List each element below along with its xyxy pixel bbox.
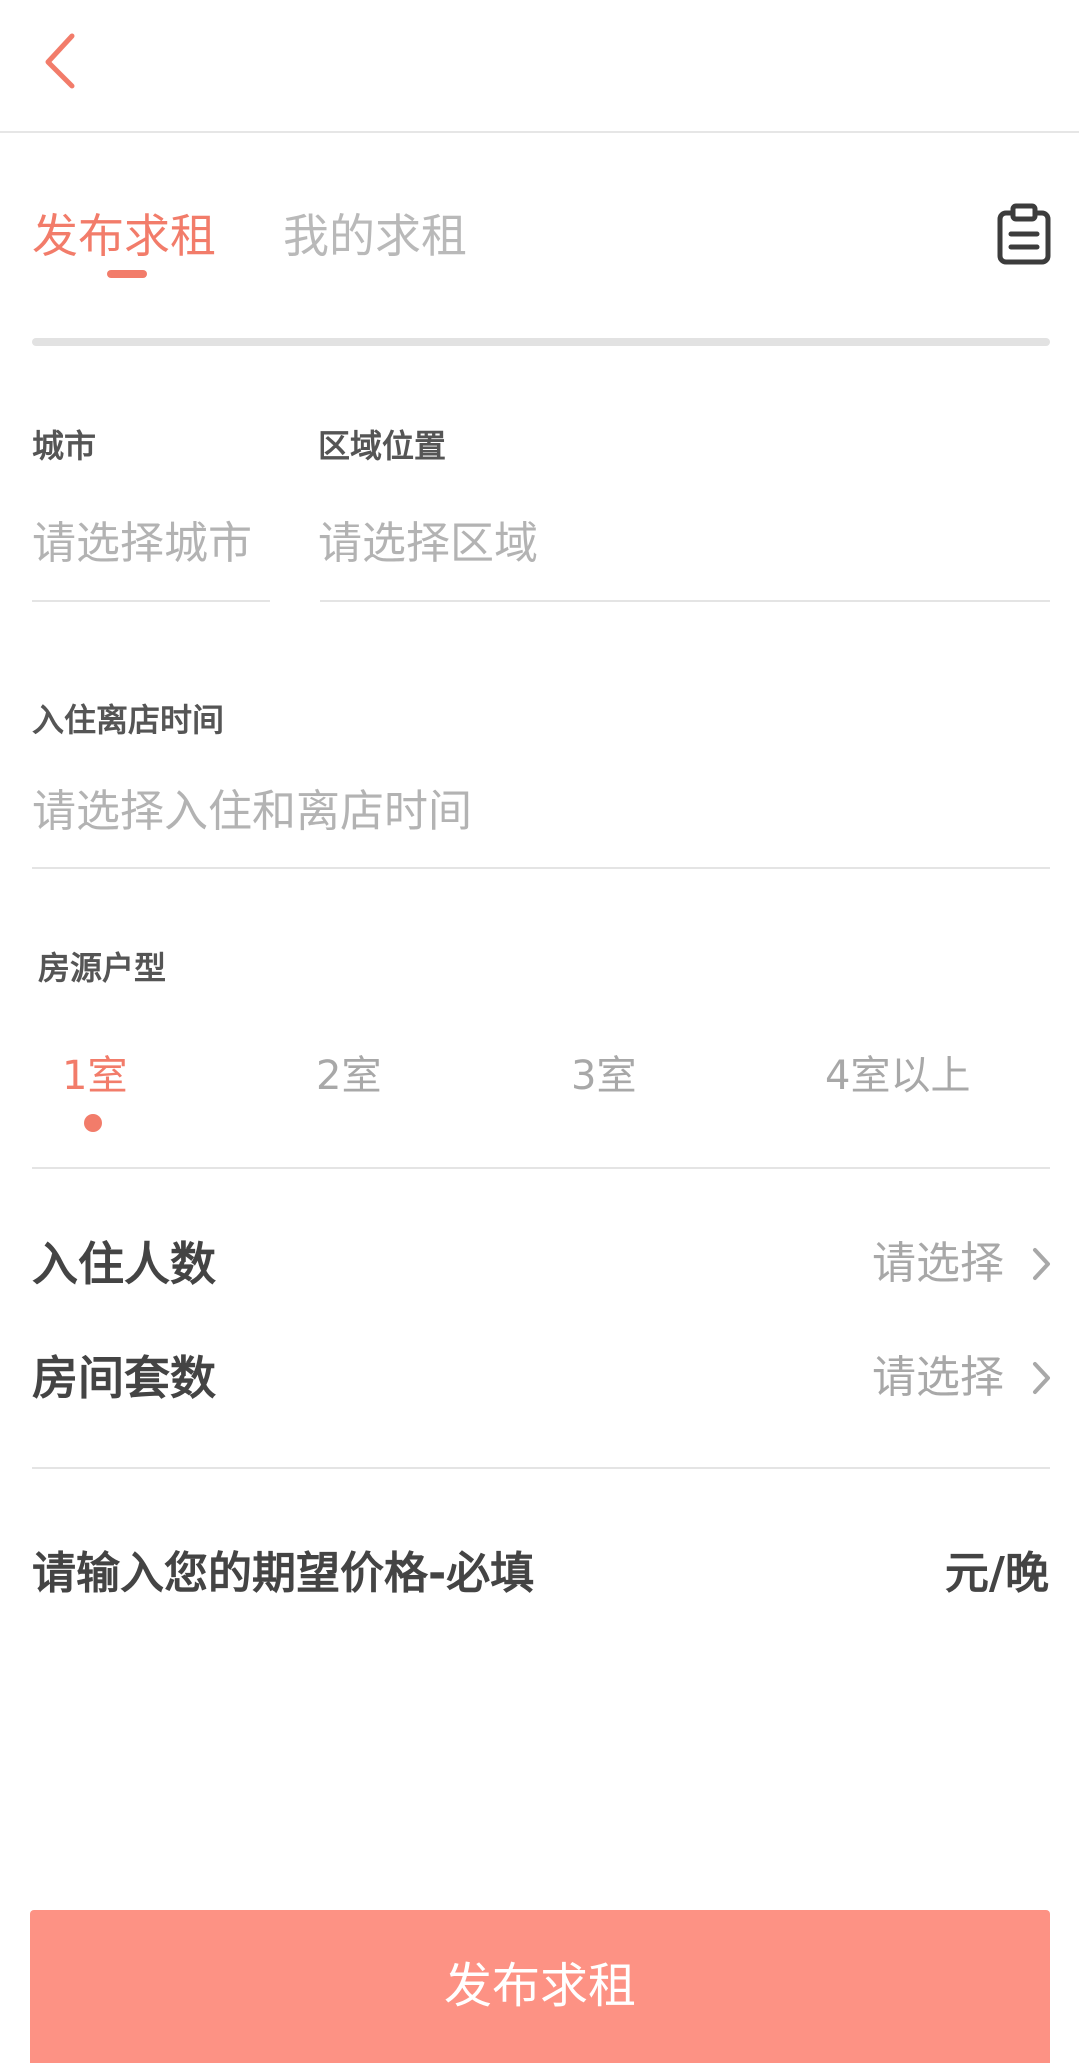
price-unit: 元/晚 (944, 1548, 1049, 1599)
room-count-label: 房间套数 (32, 1351, 216, 1405)
selected-room-dot (84, 1114, 102, 1132)
tabs-divider (32, 338, 1050, 346)
guests-select[interactable]: 请选择 (872, 1234, 1004, 1294)
room-option-4-plus[interactable]: 4室以上 (825, 1048, 970, 1104)
city-underline (32, 600, 270, 602)
publish-request-button[interactable]: 发布求租 (30, 1910, 1050, 2063)
back-button[interactable] (30, 24, 90, 94)
stay-time-label: 入住离店时间 (32, 701, 225, 739)
clipboard-button[interactable] (996, 203, 1052, 265)
rows-divider (32, 1467, 1050, 1469)
room-type-divider (32, 1167, 1050, 1169)
area-label: 区域位置 (318, 427, 447, 465)
guests-label: 入住人数 (32, 1237, 216, 1291)
room-option-1[interactable]: 1室 (62, 1048, 127, 1104)
stay-time-select[interactable]: 请选择入住和离店时间 (32, 784, 472, 840)
tab-my-requests[interactable]: 我的求租 (283, 206, 467, 266)
city-label: 城市 (32, 427, 97, 465)
area-select[interactable]: 请选择区域 (318, 516, 538, 572)
city-select[interactable]: 请选择城市 (32, 516, 252, 572)
active-tab-indicator (107, 270, 147, 278)
room-type-label: 房源户型 (38, 949, 167, 987)
room-count-select[interactable]: 请选择 (872, 1348, 1004, 1408)
room-option-2[interactable]: 2室 (316, 1048, 381, 1104)
price-input[interactable]: 请输入您的期望价格-必填 (32, 1544, 534, 1604)
chevron-right-icon[interactable] (1030, 1246, 1052, 1282)
stay-time-underline (32, 867, 1050, 869)
chevron-left-icon (45, 33, 75, 89)
chevron-right-icon[interactable] (1030, 1360, 1052, 1396)
room-option-3[interactable]: 3室 (571, 1048, 636, 1104)
area-underline (320, 600, 1050, 602)
clipboard-icon (997, 203, 1051, 265)
tab-publish-request[interactable]: 发布求租 (32, 206, 216, 266)
top-bar (0, 0, 1079, 133)
